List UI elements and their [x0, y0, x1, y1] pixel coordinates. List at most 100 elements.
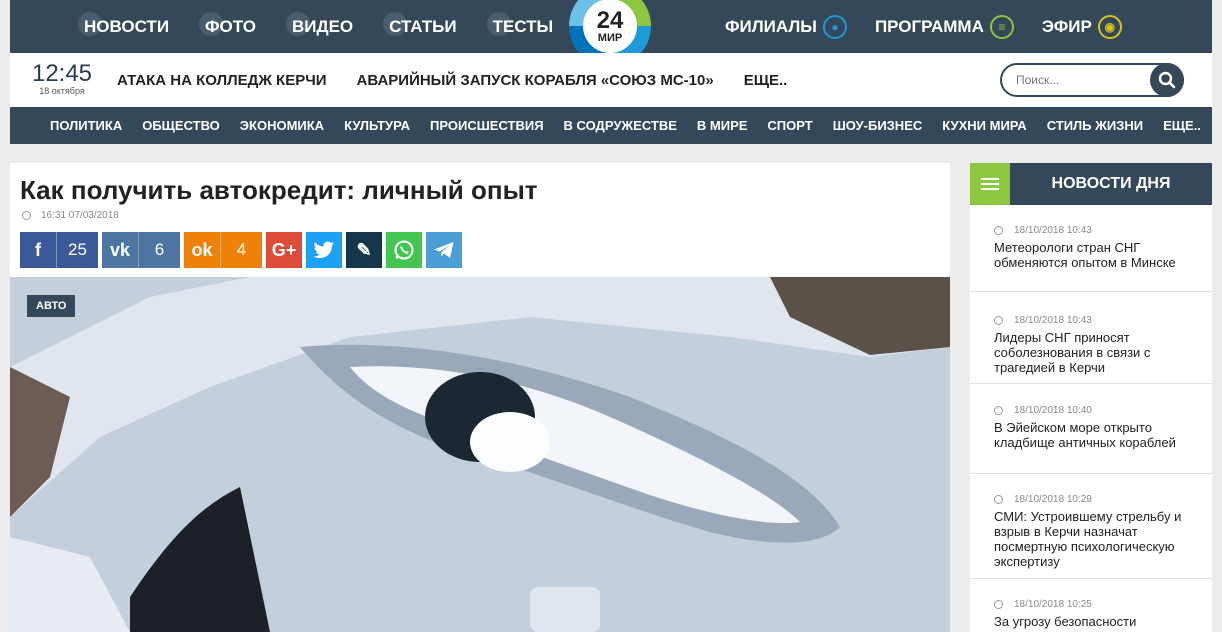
clock-icon	[994, 406, 1003, 415]
article-meta: 16:31 07/03/2018	[22, 210, 119, 221]
share-telegram-button[interactable]	[426, 232, 462, 268]
logo-center: 24 МИР	[583, 0, 637, 53]
share-whatsapp-button[interactable]	[386, 232, 422, 268]
nav-news[interactable]: НОВОСТИ	[78, 11, 169, 37]
news-divider	[970, 291, 1212, 292]
category-sport[interactable]: СПОРТ	[767, 118, 812, 133]
nav-articles[interactable]: СТАТЬИ	[383, 11, 457, 37]
news-divider	[970, 473, 1212, 474]
logo-name: МИР	[597, 32, 623, 44]
article-datetime: 16:31 07/03/2018	[41, 210, 119, 221]
nav-branches[interactable]: ФИЛИАЛЫ ●	[725, 14, 847, 39]
secondary-menu: ФИЛИАЛЫ ● ПРОГРАММА ≡ ЭФИР ◉	[725, 0, 1150, 53]
hot-topics: АТАКА НА КОЛЛЕДЖ КЕРЧИ АВАРИЙНЫЙ ЗАПУСК …	[117, 72, 787, 89]
category-incidents[interactable]: ПРОИСШЕСТВИЯ	[430, 118, 544, 133]
twitter-bird-shape	[313, 241, 334, 259]
clock-icon	[994, 495, 1003, 504]
clock-icon	[994, 226, 1003, 235]
category-lifestyle[interactable]: СТИЛЬ ЖИЗНИ	[1047, 118, 1143, 133]
category-cuisine[interactable]: КУХНИ МИРА	[942, 118, 1026, 133]
share-livejournal-button[interactable]: ✎	[346, 232, 382, 268]
article: Как получить автокредит: личный опыт 16:…	[10, 163, 950, 632]
pencil-icon: ✎	[356, 239, 372, 260]
search-box	[1000, 63, 1184, 97]
sidebar-header: НОВОСТИ ДНЯ	[970, 163, 1212, 205]
category-more[interactable]: ЕЩЕ..	[1163, 118, 1201, 133]
clock-icon	[22, 211, 31, 220]
hot-topics-more-link[interactable]: ЕЩЕ..	[744, 72, 788, 89]
whatsapp-phone-shape	[394, 240, 414, 260]
document-list-icon: ≡	[989, 14, 1014, 39]
news-timestamp: 18/10/2018 10:29	[994, 494, 1092, 505]
search-input[interactable]	[1016, 71, 1146, 89]
category-commonwealth[interactable]: В СОДРУЖЕСТВЕ	[564, 118, 677, 133]
nav-tests[interactable]: ТЕСТЫ	[486, 11, 553, 37]
share-count: 25	[56, 232, 98, 268]
whatsapp-icon	[386, 232, 422, 268]
google-plus-icon: G+	[271, 239, 297, 260]
share-count: 4	[220, 232, 262, 268]
headline-bar: 12:45 18 октября АТАКА НА КОЛЛЕДЖ КЕРЧИ …	[10, 53, 1212, 107]
search-button[interactable]	[1150, 63, 1184, 97]
category-economy[interactable]: ЭКОНОМИКА	[240, 118, 324, 133]
clock: 12:45 18 октября	[30, 60, 94, 97]
news-divider	[970, 578, 1212, 579]
page: НОВОСТИ ФОТО ВИДЕО СТАТЬИ ТЕСТЫ ФИЛИАЛЫ …	[0, 0, 1222, 632]
clock-time: 12:45	[31, 60, 93, 87]
category-world[interactable]: В МИРЕ	[697, 118, 748, 133]
nav-schedule[interactable]: ПРОГРАММА ≡	[875, 14, 1014, 39]
news-headline: СМИ: Устроившему стрельбу и взрыв в Керч…	[994, 509, 1182, 569]
hot-topic-link[interactable]: АТАКА НА КОЛЛЕДЖ КЕРЧИ	[117, 72, 327, 89]
nav-photo[interactable]: ФОТО	[199, 11, 256, 37]
category-politics[interactable]: ПОЛИТИКА	[50, 118, 122, 133]
news-item[interactable]: 18/10/2018 10:43 Лидеры СНГ приносят соб…	[970, 315, 1212, 405]
sidebar-title: НОВОСТИ ДНЯ	[1051, 175, 1171, 192]
hot-topic-link[interactable]: АВАРИЙНЫЙ ЗАПУСК КОРАБЛЯ «СОЮЗ МС-10»	[357, 72, 714, 89]
category-badge[interactable]: АВТО	[27, 295, 76, 317]
news-headline: За угрозу безопасности	[994, 614, 1137, 629]
news-item[interactable]: 18/10/2018 10:29 СМИ: Устроившему стрель…	[970, 494, 1212, 604]
news-timestamp: 18/10/2018 10:25	[994, 599, 1092, 610]
clock-icon	[994, 600, 1003, 609]
logo-number: 24	[596, 7, 624, 34]
share-facebook-button[interactable]: f 25	[20, 232, 98, 268]
menu-icon[interactable]	[970, 163, 1010, 205]
news-item[interactable]: 18/10/2018 10:43 Метеорологи стран СНГ о…	[970, 225, 1212, 315]
broadcast-icon: ◉	[1097, 14, 1122, 39]
category-navigation: ПОЛИТИКА ОБЩЕСТВО ЭКОНОМИКА КУЛЬТУРА ПРО…	[10, 107, 1212, 144]
nav-video[interactable]: ВИДЕО	[285, 11, 353, 37]
category-culture[interactable]: КУЛЬТУРА	[344, 118, 410, 133]
news-item[interactable]: 18/10/2018 10:25 За угрозу безопасности	[970, 599, 1212, 632]
article-title: Как получить автокредит: личный опыт	[20, 175, 538, 205]
telegram-plane-shape	[434, 242, 454, 258]
news-timestamp: 18/10/2018 10:43	[994, 225, 1092, 236]
share-vk-button[interactable]: vk 6	[102, 232, 180, 268]
share-twitter-button[interactable]	[306, 232, 342, 268]
category-society[interactable]: ОБЩЕСТВО	[142, 118, 220, 133]
facebook-icon: f	[35, 239, 41, 260]
odnoklassniki-icon: ok	[191, 239, 213, 260]
news-divider	[970, 383, 1212, 384]
news-item[interactable]: 18/10/2018 10:40 В Эйейском море открыто…	[970, 405, 1212, 495]
main-menu: НОВОСТИ ФОТО ВИДЕО СТАТЬИ ТЕСТЫ	[78, 0, 589, 53]
twitter-icon	[306, 232, 342, 268]
telegram-icon	[426, 232, 462, 268]
vk-icon: vk	[109, 239, 131, 260]
nav-live[interactable]: ЭФИР ◉	[1042, 14, 1122, 39]
share-google-plus-button[interactable]: G+	[266, 232, 302, 268]
clock-icon	[994, 316, 1003, 325]
news-timestamp: 18/10/2018 10:40	[994, 405, 1092, 416]
share-buttons: f 25 vk 6 ok 4 G+ ✎	[20, 232, 466, 268]
category-showbiz[interactable]: ШОУ-БИЗНЕС	[833, 118, 923, 133]
news-headline: Лидеры СНГ приносят соболезнования в свя…	[994, 330, 1151, 375]
share-ok-button[interactable]: ok 4	[184, 232, 262, 268]
map-pin-icon: ●	[822, 14, 847, 39]
news-of-the-day-sidebar: НОВОСТИ ДНЯ 18/10/2018 10:43 Метеорологи…	[970, 163, 1212, 632]
news-timestamp: 18/10/2018 10:43	[994, 315, 1092, 326]
news-headline: Метеорологи стран СНГ обменяются опытом …	[994, 240, 1176, 270]
news-headline: В Эйейском море открыто кладбище античны…	[994, 420, 1176, 450]
share-count: 6	[138, 232, 180, 268]
search-icon	[1158, 71, 1176, 89]
article-photo: АВТО	[10, 277, 950, 632]
clock-date: 18 октября	[39, 86, 85, 96]
